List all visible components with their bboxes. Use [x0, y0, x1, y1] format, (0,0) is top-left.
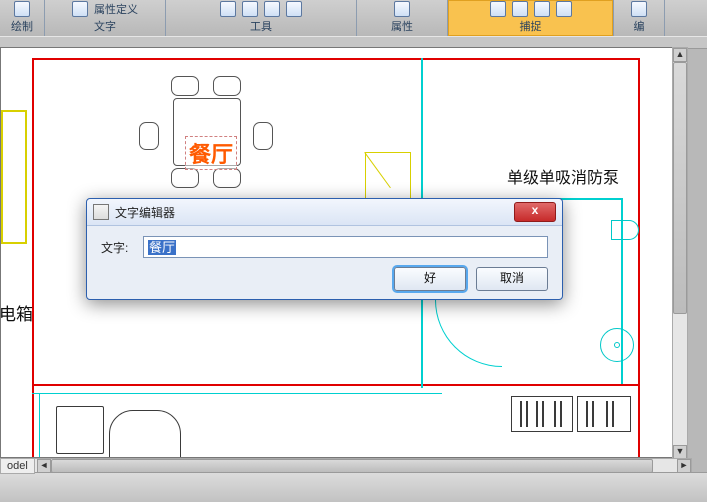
status-bar [0, 472, 707, 502]
panel-outline [1, 110, 27, 244]
ribbon-label-snap: 捕捉 [520, 17, 542, 36]
edit-icon[interactable] [631, 1, 647, 17]
shelf-outline [511, 396, 573, 432]
vscroll-thumb[interactable] [673, 62, 687, 314]
snap-icon-2[interactable] [512, 1, 528, 17]
chair-outline [171, 76, 199, 96]
scroll-right-arrow[interactable]: ► [677, 459, 691, 473]
door-arc [435, 300, 502, 367]
snap-icon-1[interactable] [490, 1, 506, 17]
cancel-button[interactable]: 取消 [476, 267, 548, 291]
tool-icon-4[interactable] [286, 1, 302, 17]
ribbon-group-props: 属性 [357, 0, 448, 36]
text-icon[interactable] [72, 1, 88, 17]
vertical-scrollbar[interactable]: ▲ ▼ [672, 47, 688, 460]
ribbon-group-tools: 工具 [166, 0, 357, 36]
ribbon-label-text: 文字 [94, 17, 116, 36]
ribbon-label-props: 属性 [391, 17, 413, 36]
drawing-canvas[interactable]: 餐厅 单级单吸消防泵 电箱 文字编辑器 x 文字: 餐厅 好 取消 [0, 47, 675, 458]
ribbon-group-text: 属性定义 文字 [45, 0, 166, 36]
text-object-box[interactable]: 电箱 [0, 300, 33, 325]
chair-outline [171, 168, 199, 188]
ribbon-group-edit: 编 [614, 0, 665, 36]
chair-outline [213, 168, 241, 188]
ribbon-label-edit: 编 [634, 17, 645, 36]
hscroll-thumb[interactable] [51, 459, 653, 473]
model-tab[interactable]: odel [0, 458, 35, 474]
tool-icon-1[interactable] [220, 1, 236, 17]
ribbon-group-draw: 绘制 [0, 0, 45, 36]
text-object-dining[interactable]: 餐厅 [185, 136, 237, 170]
wall-line [441, 384, 638, 386]
wall-line [39, 393, 40, 458]
ribbon-label-tools: 工具 [250, 17, 272, 36]
snap-icon-4[interactable] [556, 1, 572, 17]
wall-line [638, 58, 640, 458]
ribbon-attrdef[interactable]: 属性定义 [94, 1, 138, 17]
wall-line [32, 384, 442, 386]
text-input[interactable]: 餐厅 [143, 236, 548, 258]
text-input-value: 餐厅 [148, 240, 176, 255]
snap-icon-3[interactable] [534, 1, 550, 17]
scroll-up-arrow[interactable]: ▲ [673, 48, 687, 62]
tool-icon-2[interactable] [242, 1, 258, 17]
tool-icon-3[interactable] [264, 1, 280, 17]
scroll-down-arrow[interactable]: ▼ [673, 445, 687, 459]
wall-line [32, 58, 640, 60]
ribbon: 绘制 属性定义 文字 工具 属性 捕捉 编 [0, 0, 707, 37]
chair-outline [253, 122, 273, 150]
text-editor-dialog: 文字编辑器 x 文字: 餐厅 好 取消 [86, 198, 563, 300]
draw-icon[interactable] [14, 1, 30, 17]
furniture-outline [56, 406, 104, 454]
dialog-title: 文字编辑器 [115, 204, 175, 221]
scroll-left-arrow[interactable]: ◄ [37, 459, 51, 473]
app-icon [93, 204, 109, 220]
furniture-outline [109, 410, 181, 458]
ok-button[interactable]: 好 [394, 267, 466, 291]
close-button[interactable]: x [514, 202, 556, 222]
wall-line [32, 58, 34, 458]
dialog-titlebar[interactable]: 文字编辑器 x [87, 199, 562, 226]
text-object-pump[interactable]: 单级单吸消防泵 [507, 164, 619, 188]
shelf-outline [577, 396, 631, 432]
chair-outline [139, 122, 159, 150]
props-icon[interactable] [394, 1, 410, 17]
wall-line [32, 393, 442, 394]
ribbon-label-draw: 绘制 [11, 17, 33, 36]
field-label-text: 文字: [101, 239, 143, 256]
ribbon-group-snap: 捕捉 [448, 0, 614, 36]
fixture-outline [600, 328, 634, 362]
chair-outline [213, 76, 241, 96]
fixture-outline [611, 220, 639, 240]
